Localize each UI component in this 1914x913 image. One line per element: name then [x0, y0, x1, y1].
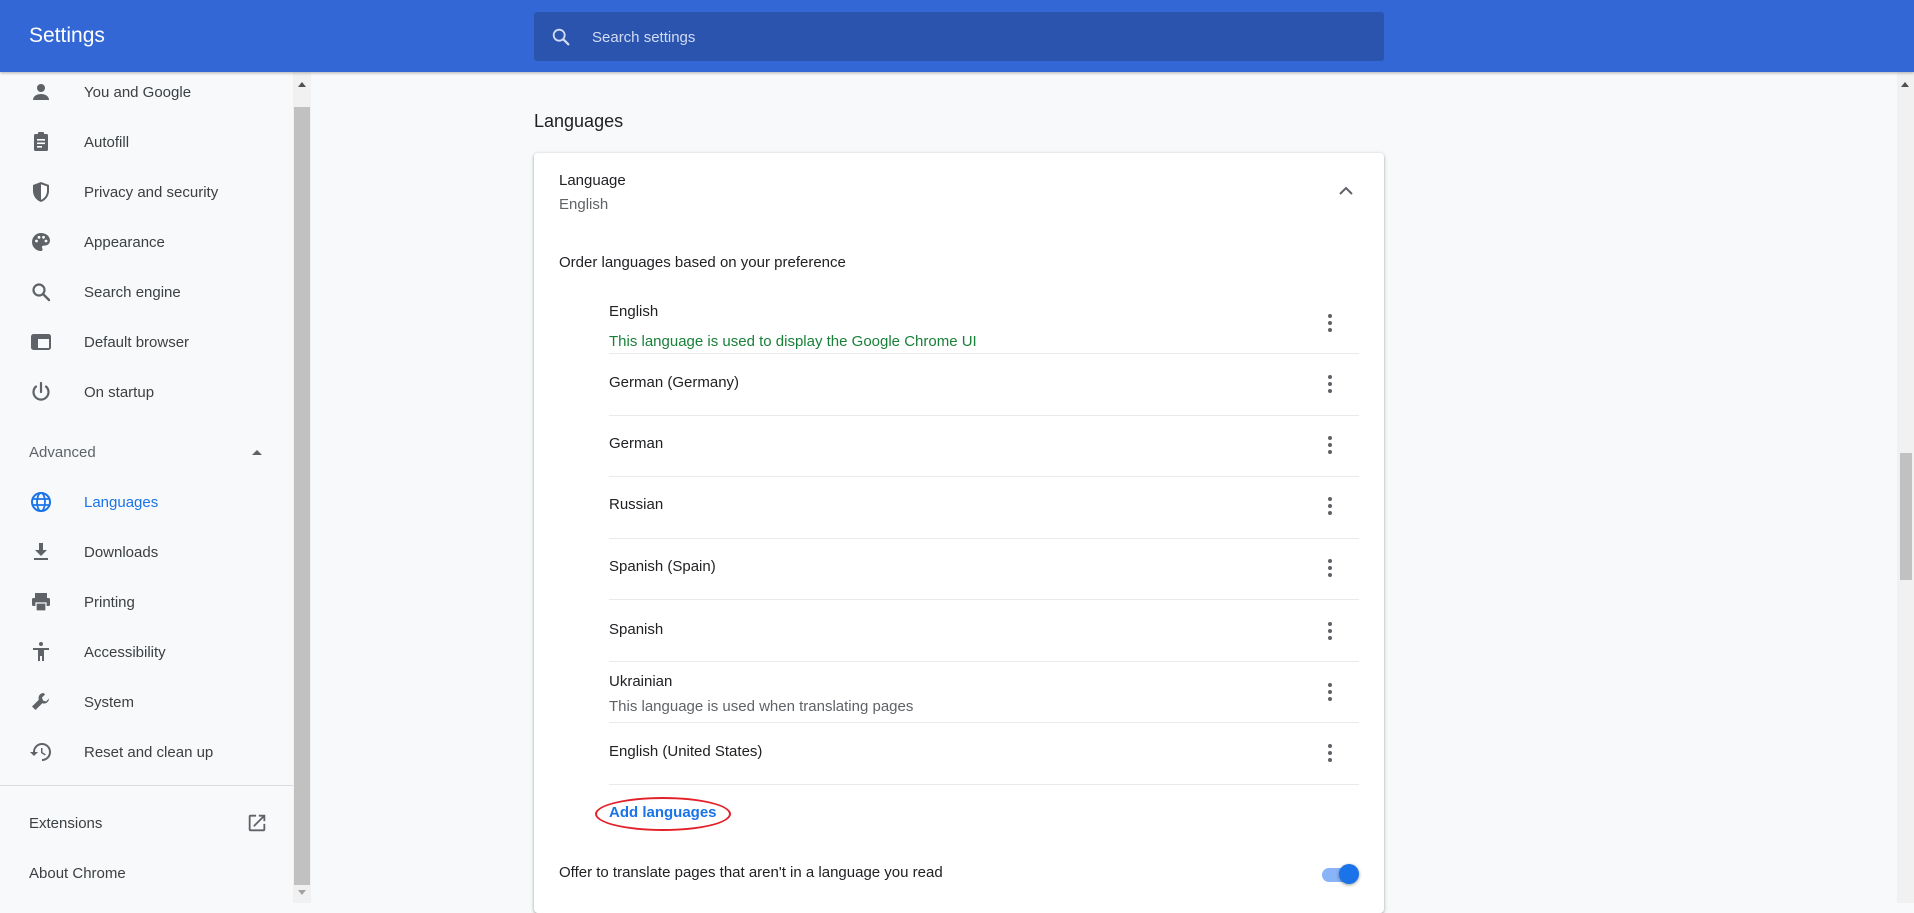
person-icon — [33, 84, 49, 100]
language-name: Spanish — [609, 621, 664, 638]
language-row-ukrainian: Ukrainian This language is used when tra… — [609, 662, 1359, 723]
open-external-icon — [248, 814, 266, 832]
sidebar-item-on-startup[interactable]: On startup — [0, 372, 293, 412]
search-icon — [552, 28, 570, 46]
language-name: Spanish (Spain) — [609, 558, 716, 575]
power-icon — [32, 381, 50, 401]
sidebar-item-label: Autofill — [84, 133, 130, 151]
offer-translate-toggle[interactable] — [1319, 863, 1361, 885]
more-vert-icon[interactable] — [1314, 429, 1346, 461]
sidebar-item-printing[interactable]: Printing — [0, 582, 293, 622]
more-vert-icon[interactable] — [1314, 490, 1346, 522]
palette-icon — [32, 233, 50, 251]
section-title: Languages — [534, 111, 624, 131]
sidebar-item-default-browser[interactable]: Default browser — [0, 322, 293, 362]
languages-card: Language English Order languages based o… — [534, 153, 1384, 913]
scroll-up-arrow-icon[interactable] — [1900, 80, 1910, 88]
language-name: English (United States) — [609, 743, 763, 760]
main-scrollbar-thumb[interactable] — [1900, 453, 1912, 580]
language-row-spanish: Spanish — [609, 600, 1359, 662]
shield-icon — [33, 182, 49, 202]
sidebar-item-label: Default browser — [84, 333, 190, 351]
language-note: This language is used when translating p… — [609, 698, 914, 715]
caret-up-icon — [252, 450, 262, 455]
sidebar-item-reset-and-clean-up[interactable]: Reset and clean up — [0, 732, 293, 772]
more-vert-icon[interactable] — [1314, 368, 1346, 400]
sidebar-item-label: Printing — [84, 593, 135, 611]
sidebar-item-privacy-and-security[interactable]: Privacy and security — [0, 172, 293, 212]
language-label: Language — [559, 172, 626, 189]
download-icon — [34, 543, 48, 560]
chevron-up-icon[interactable] — [1334, 179, 1358, 203]
toggle-knob — [1339, 864, 1359, 884]
language-name: English — [609, 303, 659, 320]
sidebar-item-label: Privacy and security — [84, 183, 219, 201]
offer-translate-label: Offer to translate pages that aren't in … — [559, 864, 943, 881]
sidebar-item-appearance[interactable]: Appearance — [0, 222, 293, 262]
sidebar-item-label: Search engine — [84, 283, 181, 301]
sidebar-divider — [0, 785, 293, 786]
page-title: Settings — [29, 24, 105, 47]
about-chrome-label: About Chrome — [29, 864, 126, 882]
language-row-russian: Russian — [609, 477, 1359, 539]
more-vert-icon[interactable] — [1314, 737, 1346, 769]
sidebar-advanced-toggle[interactable]: Advanced — [0, 432, 293, 472]
sidebar-item-you-and-google[interactable]: You and Google — [0, 72, 293, 112]
language-note: This language is used to display the Goo… — [609, 333, 977, 350]
clipboard-icon — [34, 132, 48, 151]
sidebar-item-label: Downloads — [84, 543, 159, 561]
add-languages-button[interactable]: Add languages — [609, 804, 717, 821]
language-row-german: German — [609, 416, 1359, 477]
more-vert-icon[interactable] — [1314, 307, 1346, 339]
sidebar-scrollbar-thumb[interactable] — [294, 107, 310, 885]
sidebar-item-languages[interactable]: Languages — [0, 482, 293, 522]
wrench-icon — [32, 693, 49, 710]
search-icon — [32, 283, 51, 302]
sidebar-item-label: On startup — [84, 383, 155, 401]
language-value: English — [559, 196, 609, 213]
search-box[interactable] — [534, 12, 1384, 63]
more-vert-icon[interactable] — [1314, 615, 1346, 647]
language-name: German (Germany) — [609, 374, 740, 391]
sidebar-item-label: Appearance — [84, 233, 165, 251]
scroll-down-arrow-icon[interactable] — [297, 889, 307, 897]
order-languages-label: Order languages based on your preference — [559, 254, 846, 271]
sidebar-item-system[interactable]: System — [0, 682, 293, 722]
sidebar-item-label: Accessibility — [84, 643, 166, 661]
sidebar-item-label: Languages — [84, 493, 159, 511]
language-name: Russian — [609, 496, 664, 513]
accessibility-icon — [33, 642, 49, 661]
history-icon — [30, 743, 51, 761]
sidebar-item-search-engine[interactable]: Search engine — [0, 272, 293, 312]
sidebar: You and Google Autofill Privacy and secu… — [0, 72, 293, 903]
language-name: German — [609, 435, 664, 452]
sidebar-item-autofill[interactable]: Autofill — [0, 122, 293, 162]
settings-header: Settings — [0, 0, 1914, 72]
extensions-label: Extensions — [29, 814, 103, 832]
more-vert-icon[interactable] — [1314, 552, 1346, 584]
language-row-english: English This language is used to display… — [609, 292, 1359, 354]
printer-icon — [32, 593, 50, 612]
language-row-german-germany: German (Germany) — [609, 354, 1359, 416]
sidebar-item-label: System — [84, 693, 135, 711]
more-vert-icon[interactable] — [1314, 676, 1346, 708]
browser-window-icon — [31, 334, 51, 350]
sidebar-item-extensions[interactable]: Extensions — [0, 803, 293, 843]
sidebar-item-downloads[interactable]: Downloads — [0, 532, 293, 572]
language-name: Ukrainian — [609, 673, 673, 690]
sidebar-item-label: You and Google — [84, 83, 192, 101]
sidebar-item-accessibility[interactable]: Accessibility — [0, 632, 293, 672]
globe-icon — [31, 492, 51, 512]
sidebar-item-about-chrome[interactable]: About Chrome — [0, 853, 293, 893]
language-row-spanish-spain: Spanish (Spain) — [609, 539, 1359, 600]
language-row-english-united-states: English (United States) — [609, 723, 1359, 785]
scroll-up-arrow-icon[interactable] — [297, 80, 307, 88]
advanced-label: Advanced — [29, 443, 96, 461]
search-input[interactable] — [590, 12, 1374, 63]
sidebar-item-label: Reset and clean up — [84, 743, 214, 761]
